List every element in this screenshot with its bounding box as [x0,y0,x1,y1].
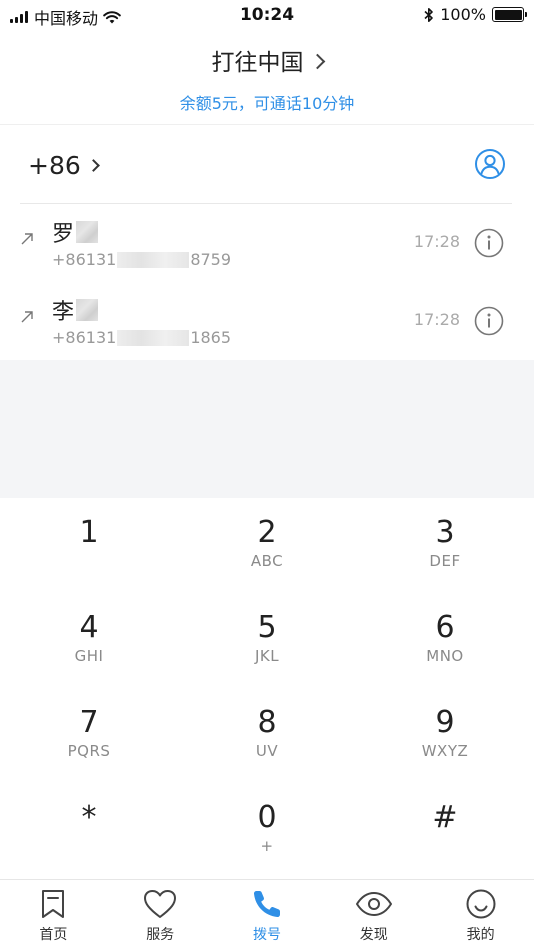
key-letters: ABC [250,552,284,570]
key-star[interactable]: * [0,783,178,878]
number-display-area [0,360,534,498]
key-6[interactable]: 6 MNO [356,593,534,688]
status-right: 100% [424,5,527,24]
recent-call-number: +86131 1865 [52,328,231,347]
key-9[interactable]: 9 WXYZ [356,688,534,783]
tab-discover[interactable]: 发现 [320,888,427,948]
tab-services[interactable]: 服务 [107,888,214,948]
tab-mine[interactable]: 我的 [427,888,534,948]
carrier-label: 中国移动 [34,9,99,28]
recent-call-time: 17:28 [413,232,460,251]
number-suffix: 8759 [190,250,232,269]
key-letters: PQRS [67,742,111,760]
tab-label: 发现 [359,927,388,943]
bookmark-icon [42,890,65,918]
key-0[interactable]: 0 + [178,783,356,878]
tab-home[interactable]: 首页 [0,888,107,948]
redacted-block [76,299,99,321]
info-icon[interactable] [474,306,504,336]
redacted-block [117,329,190,346]
key-digit: # [432,800,458,835]
key-7[interactable]: 7 PQRS [0,688,178,783]
key-1[interactable]: 1 [0,498,178,593]
key-digit: 7 [79,705,99,740]
key-digit: 9 [435,705,455,740]
key-digit: 2 [257,515,277,550]
heart-icon [144,890,177,918]
redacted-block [76,221,99,243]
contacts-icon[interactable] [474,148,506,180]
dial-keypad: 1 2 ABC 3 DEF 4 GHI 5 JKL 6 MNO 7 PQRS 8… [0,498,534,878]
country-code-row: +86 [20,140,514,190]
key-4[interactable]: 4 GHI [0,593,178,688]
tab-label: 我的 [466,927,495,943]
recent-call-number: +86131 8759 [52,250,231,269]
key-8[interactable]: 8 UV [178,688,356,783]
recent-call-name: 李 [52,294,99,326]
info-icon[interactable] [474,228,504,258]
tab-label: 拨号 [252,927,281,943]
key-hash[interactable]: # [356,783,534,878]
key-digit: 4 [79,610,99,645]
number-prefix: +86131 [52,328,117,347]
destination-header[interactable]: 打往中国 [0,38,534,82]
recent-call-time: 17:28 [413,310,460,329]
key-digit: 1 [79,515,99,550]
outgoing-call-arrow-icon [21,311,33,323]
key-letters: WXYZ [421,742,469,760]
wifi-icon [103,10,121,23]
key-letters: JKL [254,647,280,665]
tab-label: 首页 [39,927,68,943]
key-letters: + [260,837,274,855]
status-bar: 中国移动 10:24 100% [0,0,534,32]
country-code-selector[interactable]: +86 [28,151,81,180]
number-prefix: +86131 [52,250,117,269]
outgoing-call-arrow-icon [21,233,33,245]
battery-icon [492,7,527,22]
tab-bar: 首页 服务 拨号 发现 我的 [0,879,534,950]
key-letters: DEF [429,552,461,570]
divider [0,124,534,125]
bluetooth-icon [424,7,434,22]
battery-percent: 100% [440,5,486,24]
tab-dial[interactable]: 拨号 [214,888,321,948]
redacted-block [117,251,190,268]
eye-icon [355,892,392,916]
key-3[interactable]: 3 DEF [356,498,534,593]
key-digit: * [81,800,97,835]
key-digit: 6 [435,610,455,645]
signal-icon [10,11,28,23]
key-5[interactable]: 5 JKL [178,593,356,688]
phone-icon [253,891,280,918]
key-letters: GHI [74,647,104,665]
contact-name: 李 [52,300,75,325]
key-letters: UV [255,742,279,760]
key-digit: 3 [435,515,455,550]
key-digit: 8 [257,705,277,740]
recent-call-item[interactable]: 李 +86131 1865 17:28 [0,282,534,360]
recent-call-item[interactable]: 罗 +86131 8759 17:28 [0,204,534,282]
page-title[interactable]: 打往中国 [212,43,304,77]
key-digit: 5 [257,610,277,645]
tab-label: 服务 [146,927,175,943]
key-digit: 0 [257,800,277,835]
balance-info: 余额5元，可通话10分钟 [179,94,355,113]
contact-name: 罗 [52,222,75,247]
key-letters: MNO [426,647,464,665]
key-2[interactable]: 2 ABC [178,498,356,593]
status-left: 中国移动 [10,5,121,29]
number-suffix: 1865 [190,328,232,347]
smiley-icon [466,889,496,919]
chevron-right-icon [86,158,100,172]
recent-call-name: 罗 [52,216,99,248]
chevron-right-icon [309,53,325,69]
